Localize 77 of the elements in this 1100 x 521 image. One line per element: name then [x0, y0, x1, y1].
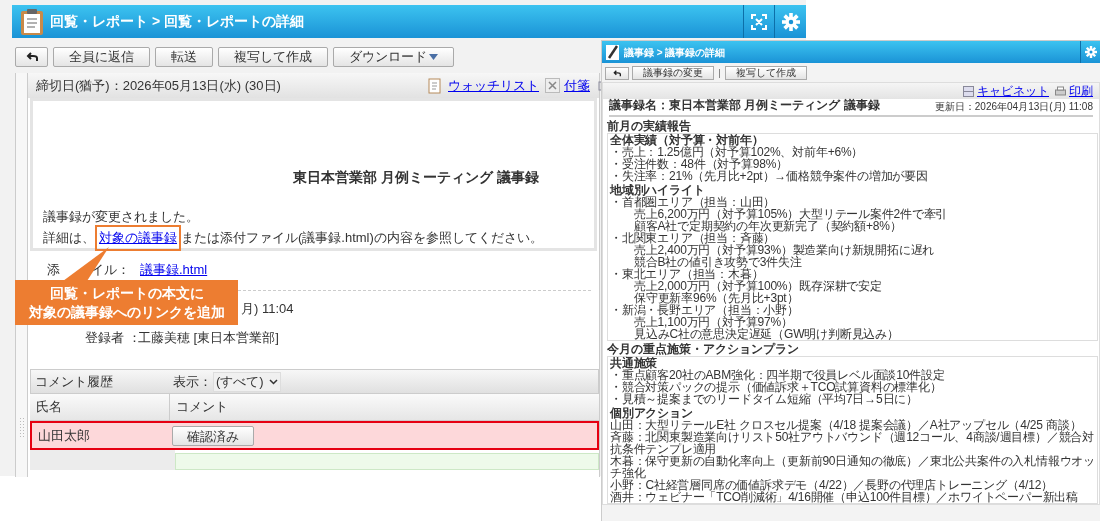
breadcrumb: 議事録 > 議事録の詳細 — [624, 45, 726, 60]
cabinet-icon — [963, 85, 974, 97]
back-icon — [25, 52, 38, 62]
minutes-line: 顧客A社で定期契約の年次更新完了（契約額+8%） — [634, 220, 902, 232]
block-title: 地域別ハイライト — [610, 184, 705, 196]
clipboard-icon — [20, 7, 44, 36]
minutes-line: ・受注件数：48件（対予算98%） — [610, 158, 788, 170]
minutes-line: 売上1,100万円（対予算97%） — [634, 316, 794, 328]
close-icon — [545, 78, 560, 93]
minutes-line: 売上2,000万円（対予算100%）既存深耕で安定 — [634, 280, 883, 292]
back-icon — [613, 69, 621, 77]
name-text: 山田太郎 — [37, 426, 91, 445]
back-button[interactable] — [15, 47, 48, 67]
document-icon — [428, 77, 444, 94]
body-title: 東日本営業部 月例ミーティング 議事録 — [293, 168, 539, 187]
settings-button[interactable] — [1080, 41, 1100, 63]
sticky-note-link[interactable]: 付箋 — [564, 75, 590, 96]
print-link[interactable]: 印刷 — [1069, 84, 1093, 98]
callout-text: 対象の議事録へのリンクを追加 — [28, 302, 225, 322]
minutes-link[interactable]: 対象の議事録 — [95, 225, 181, 251]
comment-history-title: コメント履歴 — [35, 372, 114, 391]
minutes-title: 議事録名：東日本営業部 月例ミーティング 議事録 — [609, 97, 880, 114]
attachment-label: イル： — [91, 262, 130, 277]
minutes-line: 見込みC社の意思決定遅延（GW明け判断見込み） — [633, 328, 900, 340]
download-button[interactable]: ダウンロード — [333, 47, 454, 67]
caret-icon — [429, 54, 438, 60]
confirmed-button[interactable]: 確認済み — [172, 425, 254, 446]
column-header: 氏名 — [30, 394, 170, 420]
date-text: 月) 11:04 — [241, 300, 294, 318]
attachment-label: 添 — [47, 262, 60, 277]
toolbar-button[interactable]: 複写して作成 — [725, 66, 807, 80]
minutes-line: 保守更新率96%（先月比+3pt） — [634, 292, 800, 304]
pencil-icon — [606, 44, 620, 60]
minutes-line: ・競合対策パックの提示（価値訴求＋TCO試算資料の標準化） — [610, 381, 942, 393]
column-header: コメント — [175, 398, 229, 417]
toolbar-button[interactable]: 全員に返信 — [53, 47, 150, 67]
toolbar-button[interactable]: 議事録の変更 — [632, 66, 714, 80]
minutes-line: ・北関東エリア（担当：斉藤） — [610, 232, 776, 244]
filter-dropdown[interactable]: (すべて) — [213, 371, 281, 392]
block-title: 共通施策 — [610, 357, 658, 369]
block-title: 個別アクション — [610, 407, 694, 419]
section-heading: 前月の実績報告 — [607, 119, 692, 133]
section-heading: 今月の重点施策・アクションプラン — [607, 342, 800, 356]
updated-date: 更新日：2026年04月13日(月) 11:08 — [934, 100, 1093, 114]
minutes-line: 小野：C社経営層同席の価値訴求デモ（4/22）／長野の代理店トレーニング（4/12） — [610, 479, 1053, 491]
minutes-line: ・失注率：21%（先月比+2pt）→価格競争案件の増加が要因 — [610, 170, 929, 182]
body-text: 詳細は、 — [43, 229, 95, 247]
toolbar-button[interactable]: 転送 — [155, 47, 213, 67]
minutes-line: ・重点顧客20社のABM強化：四半期で役員レベル面談10件設定 — [610, 369, 946, 381]
filter-label: 表示： — [173, 372, 212, 391]
minutes-line: 酒井：ウェビナー「TCO削減術」4/16開催（申込100件目標）／ホワイトペーパー新出稿 — [610, 491, 1079, 503]
watchlist-link[interactable]: ウォッチリスト — [448, 75, 539, 96]
cabinet-link[interactable]: キャビネット — [977, 84, 1049, 98]
minutes-line: ・東北エリア（担当：木暮） — [610, 268, 765, 280]
minutes-line: ・売上：1.25億円（対予算102%、対前年+6%） — [610, 146, 865, 158]
body-text: 議事録が変更されました。 — [43, 208, 199, 226]
caret-icon — [268, 378, 278, 385]
back-button[interactable] — [605, 66, 629, 80]
minutes-line: 売上6,200万円（対予算105%）大型リテール案件2件で牽引 — [634, 208, 949, 220]
attachment-link[interactable]: 議事録.html — [140, 262, 208, 277]
minutes-line: 山田：大型リテールE社 クロスセル提案（4/18 提案会議）／A社アップセル（4/25 商談） — [610, 419, 1082, 431]
callout-text: 回覧・レポートの本文に — [49, 283, 204, 303]
expand-icon — [751, 13, 767, 30]
minutes-line: 木暮：保守更新の自動化率向上（更新前90日通知の徹底）／東北公共案件の入札情報ウオッチ強化 — [610, 455, 1095, 479]
block-title: 全体実績（対予算・対前年） — [610, 134, 765, 146]
minutes-line: ・見積～提案までのリードタイム短縮（平均7日→5日に） — [610, 393, 918, 405]
minutes-line: 売上2,400万円（対予算93%）製造業向け新規開拓に遅れ — [634, 244, 936, 256]
settings-icon — [781, 12, 800, 31]
minutes-line: ・新潟・長野エリア（担当：小野） — [610, 304, 800, 316]
minutes-line: 競合B社の値引き攻勢で3件失注 — [634, 256, 802, 268]
breadcrumb: 回覧・レポート > 回覧・レポートの詳細 — [50, 12, 304, 31]
body-text: または添付ファイル(議事録.html)の内容を参照してください。 — [181, 229, 543, 247]
settings-icon — [1084, 46, 1097, 58]
minutes-line: ・首都圏エリア（担当：山田） — [610, 196, 777, 208]
toolbar-button[interactable]: 複写して作成 — [218, 47, 328, 67]
minutes-line: 斉藤：北関東製造業向けリスト50社アウトバウンド（週12コール、4商談/週目標）／競合対抗条件テンプレ適用 — [610, 431, 1095, 455]
deadline-text: 締切日(猶予)：2026年05月13日(水) (30日) — [36, 76, 281, 95]
